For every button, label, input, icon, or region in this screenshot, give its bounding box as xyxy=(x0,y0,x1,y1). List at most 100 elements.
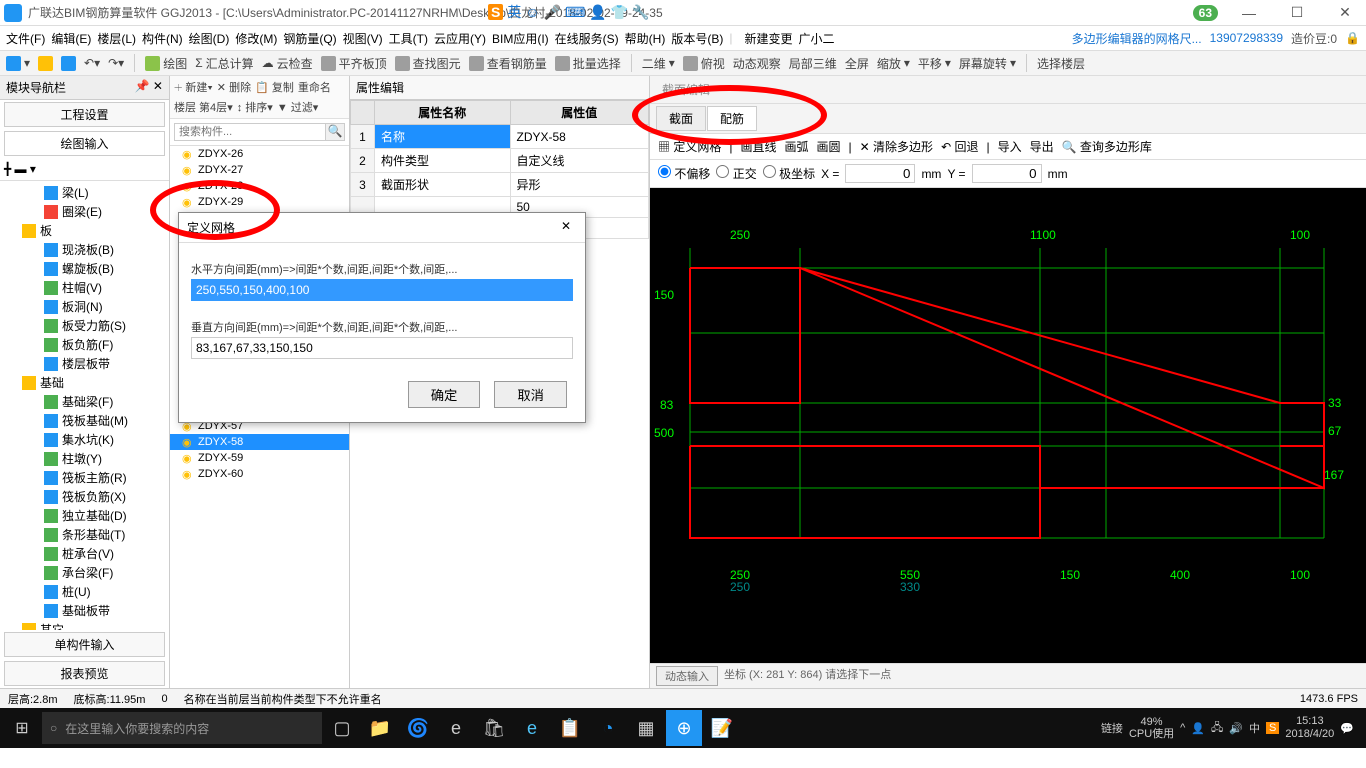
fullscreen-button[interactable]: 全屏 xyxy=(845,55,869,72)
save-button[interactable] xyxy=(61,56,76,71)
dialog-close-button[interactable]: ✕ xyxy=(555,219,577,236)
tree-node[interactable]: 基础板带 xyxy=(0,601,169,620)
lock-icon[interactable]: 🔒 xyxy=(1345,31,1360,45)
app-icon-2[interactable]: 📋 xyxy=(552,710,588,746)
ime-user-icon[interactable]: 👤 xyxy=(589,4,606,21)
search-input[interactable] xyxy=(174,123,326,141)
notification-badge[interactable]: 63 xyxy=(1193,5,1218,21)
tree-node[interactable]: 条形基础(T) xyxy=(0,525,169,544)
list-floor-button[interactable]: 楼层 第4层▾ xyxy=(174,99,233,115)
tab-section[interactable]: 截面 xyxy=(656,106,706,131)
import-button[interactable]: 导入 xyxy=(998,138,1022,155)
snap-mode-3[interactable]: 极坐标 xyxy=(763,165,815,182)
rotate-screen-button[interactable]: 屏幕旋转▾ xyxy=(959,55,1016,72)
draw-arc-button[interactable]: 画弧 xyxy=(785,138,809,155)
task-view-icon[interactable]: ▢ xyxy=(324,710,360,746)
sogou-icon[interactable]: S xyxy=(488,4,503,20)
list-item[interactable]: ZDYX-26 xyxy=(170,146,349,162)
close-button[interactable]: ✕ xyxy=(1328,4,1362,21)
menu-cloud[interactable]: 云应用(Y) xyxy=(434,30,486,47)
list-delete-button[interactable]: ✕ 删除 xyxy=(217,79,251,95)
tray-sogou-icon[interactable]: S xyxy=(1266,722,1279,734)
list-new-button[interactable]: 🞡 新建▾ xyxy=(174,79,213,95)
snap-mode-1[interactable]: 不偏移 xyxy=(658,165,710,182)
ime-emoji-icon[interactable]: ☺ xyxy=(525,4,539,20)
horiz-spacing-input[interactable] xyxy=(191,279,573,301)
menu-view[interactable]: 视图(V) xyxy=(343,30,383,47)
tree-node[interactable]: 其它 xyxy=(0,620,169,630)
app-icon-1[interactable]: 🌀 xyxy=(400,710,436,746)
vert-spacing-input[interactable] xyxy=(191,337,573,359)
explorer-icon[interactable]: 📁 xyxy=(362,710,398,746)
sum-calc-button[interactable]: Σ 汇总计算 xyxy=(195,55,253,72)
tab-project-settings[interactable]: 工程设置 xyxy=(4,102,165,127)
list-item[interactable]: ZDYX-28 xyxy=(170,178,349,194)
app-icon-4[interactable]: ▦ xyxy=(628,710,664,746)
tab-single-input[interactable]: 单构件输入 xyxy=(4,632,165,657)
open-button[interactable] xyxy=(38,56,53,71)
batch-select-button[interactable]: 批量选择 xyxy=(555,55,621,72)
cloud-check-button[interactable]: ☁ 云检查 xyxy=(262,55,313,72)
minimize-button[interactable]: — xyxy=(1232,5,1266,21)
tree-node[interactable]: 圈梁(E) xyxy=(0,202,169,221)
tree-node[interactable]: 现浇板(B) xyxy=(0,240,169,259)
tree-node[interactable]: 板洞(N) xyxy=(0,297,169,316)
cortana-search[interactable]: ○ 在这里输入你要搜索的内容 xyxy=(42,712,322,744)
menu-tools[interactable]: 工具(T) xyxy=(389,30,428,47)
select-floor-button[interactable]: 选择楼层 xyxy=(1037,55,1085,72)
list-filter-button[interactable]: ▼ 过滤▾ xyxy=(277,99,318,115)
y-input[interactable] xyxy=(972,164,1042,183)
ime-skin-icon[interactable]: 👕 xyxy=(611,4,628,21)
tree-node[interactable]: 筏板主筋(R) xyxy=(0,468,169,487)
tree-node[interactable]: 柱帽(V) xyxy=(0,278,169,297)
list-item[interactable]: ZDYX-58 xyxy=(170,434,349,450)
list-item[interactable]: ZDYX-59 xyxy=(170,450,349,466)
tray-people-icon[interactable]: 👤 xyxy=(1191,722,1205,735)
menu-help[interactable]: 帮助(H) xyxy=(625,30,666,47)
new-file-button[interactable]: ▾ xyxy=(6,56,30,71)
list-item[interactable]: ZDYX-27 xyxy=(170,162,349,178)
local-3d-button[interactable]: 局部三维 xyxy=(789,55,837,72)
view-rebar-button[interactable]: 查看钢筋量 xyxy=(469,55,547,72)
tree-node[interactable]: 基础 xyxy=(0,373,169,392)
tree-node[interactable]: 螺旋板(B) xyxy=(0,259,169,278)
ime-settings-icon[interactable]: 🔧 xyxy=(632,4,649,21)
tray-ime-icon[interactable]: 中 xyxy=(1249,720,1260,736)
zoom-button[interactable]: 缩放▾ xyxy=(877,55,910,72)
query-lib-button[interactable]: 🔍 查询多边形库 xyxy=(1062,138,1152,155)
tray-network-icon[interactable]: 🖧 xyxy=(1211,719,1223,738)
dynamic-input-button[interactable]: 动态输入 xyxy=(656,666,718,686)
news-link[interactable]: 多边形编辑器的网格尺... xyxy=(1072,30,1202,47)
component-tree[interactable]: 梁(L)圈梁(E)板现浇板(B)螺旋板(B)柱帽(V)板洞(N)板受力筋(S)板… xyxy=(0,181,169,630)
align-top-button[interactable]: 平齐板顶 xyxy=(321,55,387,72)
menu-online[interactable]: 在线服务(S) xyxy=(555,30,619,47)
notification-center-icon[interactable]: 💬 xyxy=(1340,722,1354,735)
clear-polygon-button[interactable]: ✕ 清除多边形 xyxy=(860,138,933,155)
list-item[interactable]: ZDYX-29 xyxy=(170,194,349,210)
list-copy-button[interactable]: 📋 复制 xyxy=(255,79,294,95)
undo-button[interactable]: ↶ 回退 xyxy=(941,138,978,155)
list-rename-button[interactable]: 重命名 xyxy=(298,79,331,95)
drawing-canvas[interactable]: 250 1100 100 250 550 150 400 100 250 330… xyxy=(650,188,1366,663)
menu-modify[interactable]: 修改(M) xyxy=(235,30,277,47)
tray-up-icon[interactable]: ^ xyxy=(1180,722,1185,734)
cancel-button[interactable]: 取消 xyxy=(494,381,567,408)
list-item[interactable]: ZDYX-60 xyxy=(170,466,349,482)
view-top-button[interactable]: 俯视 xyxy=(683,55,725,72)
tree-node[interactable]: 板 xyxy=(0,221,169,240)
tree-node[interactable]: 楼层板带 xyxy=(0,354,169,373)
tree-node[interactable]: 板受力筋(S) xyxy=(0,316,169,335)
menu-component[interactable]: 构件(N) xyxy=(142,30,183,47)
app-icon-5[interactable]: ⊕ xyxy=(666,710,702,746)
dynamic-view-button[interactable]: 动态观察 xyxy=(733,55,781,72)
new-change-button[interactable]: 新建变更 xyxy=(744,30,792,47)
draw-circle-button[interactable]: 画圆 xyxy=(817,138,841,155)
maximize-button[interactable]: ☐ xyxy=(1280,4,1314,21)
app-icon-3[interactable]: ◔ xyxy=(590,710,626,746)
tree-node[interactable]: 板负筋(F) xyxy=(0,335,169,354)
tree-node[interactable]: 筏板基础(M) xyxy=(0,411,169,430)
nav-pin-icon[interactable]: 📌 ✕ xyxy=(135,79,163,96)
ie-icon[interactable]: e xyxy=(514,710,550,746)
export-button[interactable]: 导出 xyxy=(1030,138,1054,155)
tree-node[interactable]: 筏板负筋(X) xyxy=(0,487,169,506)
